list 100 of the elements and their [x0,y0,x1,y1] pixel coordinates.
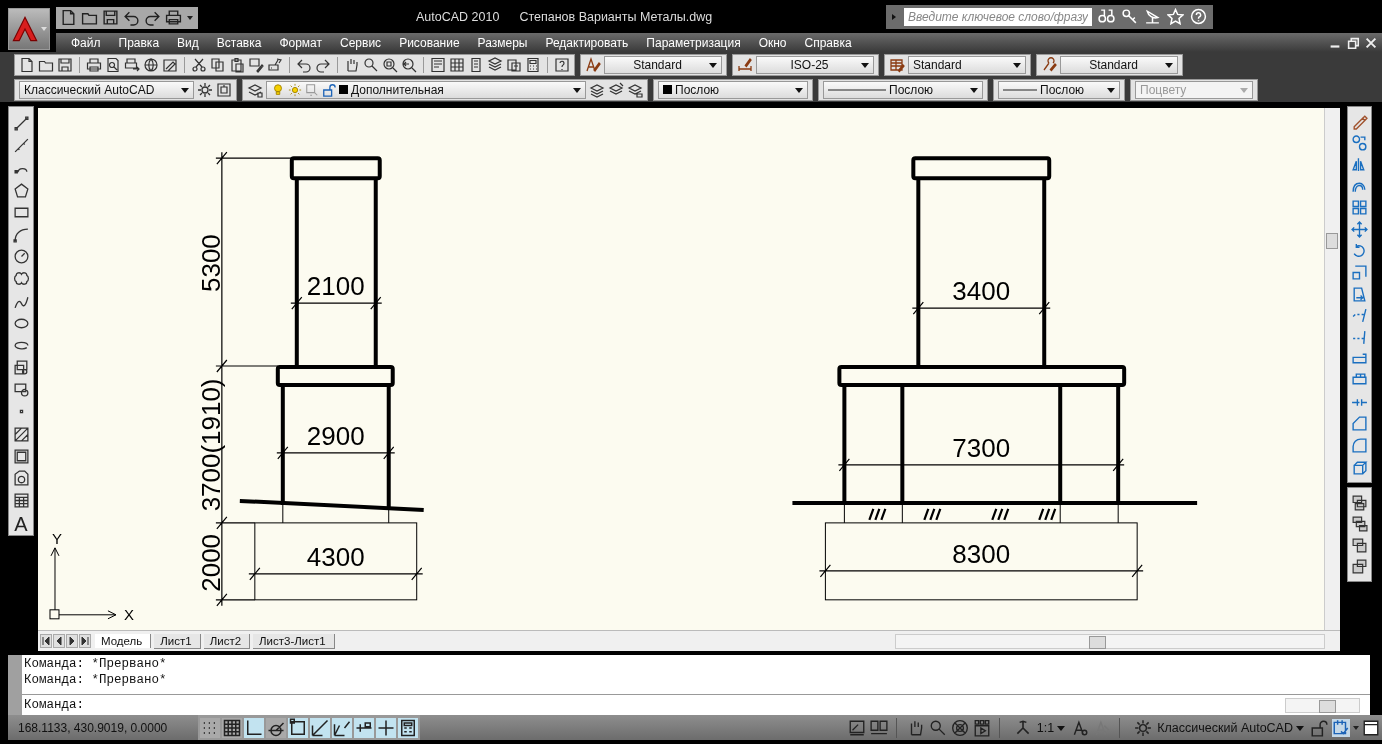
redo-icon[interactable] [144,9,161,26]
style-dropdown[interactable]: Standard [1060,55,1178,74]
satellite-dish-icon[interactable] [1144,8,1161,25]
tab-previous-icon[interactable] [53,634,65,648]
mirror-icon[interactable] [1350,156,1368,174]
construction-line-icon[interactable] [12,137,30,155]
osnap-toggle-icon[interactable] [288,717,308,738]
panel-grip[interactable] [8,655,22,715]
binoculars-icon[interactable] [1098,8,1115,25]
workspace-dropdown[interactable]: Классический AutoCAD [19,80,194,99]
save-icon[interactable] [57,56,73,73]
paste-icon[interactable] [229,56,245,73]
layout-tab[interactable]: Лист2 [203,633,251,649]
property-dropdown[interactable]: Послою [998,80,1120,99]
globe-icon[interactable] [143,56,159,73]
array-icon[interactable] [1350,199,1368,217]
menu-item[interactable]: Параметризация [637,35,750,50]
search-field[interactable]: Введите ключевое слово/фразу [904,7,1092,26]
menu-item[interactable]: Размеры [468,35,537,50]
application-menu-button[interactable] [8,8,50,50]
save-icon[interactable] [102,9,119,26]
trim-icon[interactable] [1350,307,1368,325]
explode-icon[interactable] [1350,458,1368,476]
insert-block-icon[interactable] [12,359,30,377]
grid-panel-icon[interactable] [449,56,465,73]
layer-dropdown[interactable]: Дополнительная [266,80,586,99]
draw-order-icon[interactable] [1350,515,1368,533]
menu-item[interactable]: Файл [62,35,110,50]
table-style-icon[interactable] [889,56,905,73]
snap-toggle-icon[interactable] [200,717,220,738]
layout-tab[interactable]: Лист1 [154,633,201,649]
expand-icon[interactable] [890,12,898,21]
grid-toggle-icon[interactable] [222,717,242,738]
pan-icon[interactable] [344,56,360,73]
tab-last-icon[interactable] [79,634,91,648]
line-icon[interactable] [12,115,30,132]
dyn-toggle-icon[interactable] [354,717,374,738]
caret-icon[interactable] [1352,723,1360,732]
printer-icon[interactable] [165,9,182,26]
clean-screen-icon[interactable] [1362,718,1380,737]
layout-icon[interactable] [869,718,888,737]
markup-icon[interactable] [506,56,522,73]
hatch-icon[interactable] [12,425,30,443]
multileader-style-icon[interactable] [1041,56,1057,73]
properties-icon[interactable] [430,56,446,73]
ducs-toggle-icon[interactable] [332,717,352,738]
draw-order-icon[interactable] [1350,493,1368,511]
zoom-icon[interactable] [928,718,947,737]
property-dropdown[interactable]: Послою [658,80,808,99]
caret-icon[interactable] [186,13,194,22]
workspace-switch-button[interactable]: Классический AutoCAD [1128,718,1308,737]
scale-icon[interactable] [1350,264,1368,282]
help-icon[interactable] [554,56,570,73]
workspace-settings-icon[interactable] [216,81,232,98]
tab-next-icon[interactable] [66,634,78,648]
style-dropdown[interactable]: Standard [604,55,722,74]
menu-item[interactable]: Правка [109,35,169,50]
zoom-previous-icon[interactable] [401,56,417,73]
zoom-icon[interactable] [363,56,379,73]
lwt-toggle-icon[interactable] [376,717,396,738]
make-block-icon[interactable] [12,381,30,399]
star-icon[interactable] [1167,8,1184,25]
otrack-toggle-icon[interactable] [310,717,330,738]
padlock-icon[interactable] [1310,718,1328,737]
property-dropdown[interactable]: Послою [823,80,983,99]
print-preview-icon[interactable] [105,56,121,73]
document-edit-icon[interactable] [162,56,178,73]
qp-toggle-icon[interactable] [398,717,418,738]
move-icon[interactable] [1350,220,1368,238]
polar-toggle-icon[interactable] [266,717,286,738]
polygon-icon[interactable] [12,181,30,199]
cloud-icon[interactable] [12,270,30,288]
fillet-icon[interactable] [1350,436,1368,454]
key-icon[interactable] [1121,8,1138,25]
text-style-icon[interactable] [585,56,601,73]
menu-item[interactable]: Вставка [207,35,271,50]
chamfer-icon[interactable] [1350,415,1368,433]
menu-item[interactable]: Сервис [331,35,391,50]
region-icon[interactable] [12,470,30,487]
annotation-visibility-icon[interactable] [1071,718,1090,737]
multiline-text-tool[interactable]: A [14,514,28,535]
close-icon[interactable] [1364,35,1378,50]
showmotion-icon[interactable] [972,718,991,737]
table-icon[interactable] [12,492,30,510]
layout-tab[interactable]: Лист3-Лист1 [253,633,335,649]
new-file-icon[interactable] [60,9,77,26]
menu-item[interactable]: Редактировать [536,35,638,50]
menu-item[interactable]: Формат [270,35,332,50]
draw-order-icon[interactable] [1350,558,1368,576]
undo-icon[interactable] [123,9,140,26]
copy-icon[interactable] [210,56,226,73]
command-prompt[interactable]: Команда: [22,697,84,714]
tool-palette-icon[interactable] [468,56,484,73]
vertical-scrollbar[interactable] [1324,108,1340,630]
new-file-icon[interactable] [19,56,35,73]
layout-tab[interactable]: Модель [95,634,152,648]
horizontal-scrollbar[interactable] [1285,697,1360,713]
layer-stack-icon[interactable] [487,56,503,73]
model-space-icon[interactable] [847,718,866,737]
steering-wheel-icon[interactable] [950,718,969,737]
